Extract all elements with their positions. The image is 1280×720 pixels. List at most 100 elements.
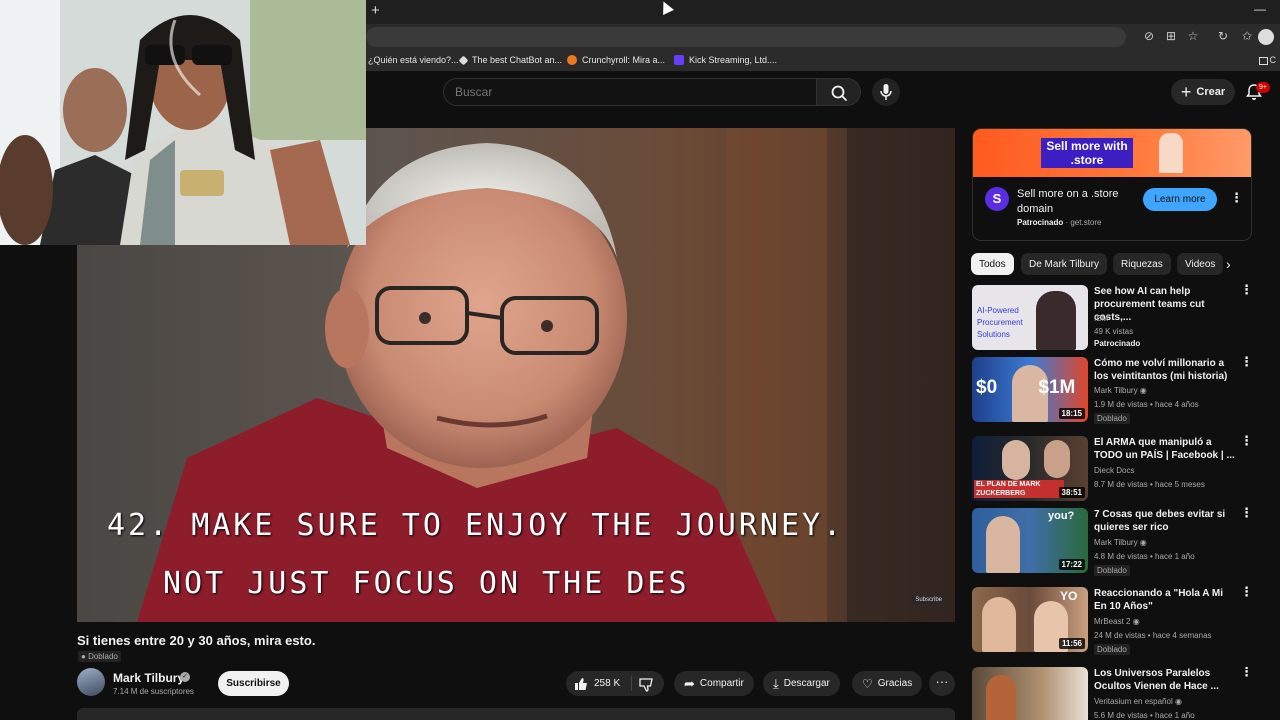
rec-channel[interactable]: Veritasium en español ◉ xyxy=(1094,697,1182,706)
rec-menu-icon[interactable]: ⋮ xyxy=(1240,355,1253,368)
rec-sponsored-label: Patrocinado xyxy=(1094,339,1141,348)
window-minimize-button[interactable]: — xyxy=(1254,2,1266,16)
ad-banner[interactable]: Sell more with .store xyxy=(973,129,1251,177)
verified-check-icon: ◉ xyxy=(1139,538,1147,547)
video-thumbnail[interactable]: YO 11:56 xyxy=(972,587,1088,652)
ad-headline[interactable]: Sell more on a .store domain xyxy=(1017,187,1135,217)
rec-dubbed-badge: Doblado xyxy=(1094,644,1130,655)
download-button[interactable]: ⤓ Descargar xyxy=(763,671,840,696)
subscribe-button[interactable]: Suscribirse xyxy=(218,671,289,696)
star-icon[interactable]: ☆ xyxy=(1186,29,1200,43)
bookmark-item[interactable]: Kick Streaming, Ltd.... xyxy=(674,55,777,65)
thumbs-up-icon[interactable] xyxy=(573,676,589,692)
dubbed-badge: ● Doblado xyxy=(78,651,121,662)
channel-name[interactable]: Mark Tilbury xyxy=(113,671,184,685)
bookmark-item[interactable]: Crunchyroll: Mira a... xyxy=(567,55,665,65)
create-label: Crear xyxy=(1196,86,1226,98)
rec-title[interactable]: See how AI can help procurement teams cu… xyxy=(1094,285,1236,324)
learn-more-button[interactable]: Learn more xyxy=(1143,188,1217,211)
recommended-video[interactable]: AI-Powered Procurement Solutions See how… xyxy=(972,283,1253,351)
share-button[interactable]: ➦ Compartir xyxy=(674,671,754,696)
like-divider xyxy=(631,676,632,691)
rec-menu-icon[interactable]: ⋮ xyxy=(1240,585,1253,598)
video-caption-line-1: 42. MAKE SURE TO ENJOY THE JOURNEY. xyxy=(107,508,845,543)
rec-channel[interactable]: Mark Tilbury ◉ xyxy=(1094,386,1147,395)
search-button[interactable] xyxy=(817,78,861,106)
like-count[interactable]: 258 K xyxy=(594,678,620,689)
description-box[interactable] xyxy=(77,708,955,720)
bookmark-item[interactable]: The best ChatBot an... xyxy=(458,55,562,65)
filter-chips: Todos De Mark Tilbury Riquezas Videos xyxy=(971,253,1251,275)
rec-menu-icon[interactable]: ⋮ xyxy=(1240,667,1252,678)
recommended-video[interactable]: YO 11:56 Reaccionando a "Hola A Mi En 10… xyxy=(972,585,1253,655)
video-thumbnail[interactable]: EL PLAN DE MARK ZUCKERBERG 38:51 xyxy=(972,436,1088,501)
rec-stats: 24 M de vistas • hace 4 semanas xyxy=(1094,631,1212,640)
recommended-video[interactable]: Los Universos Paralelos Ocultos Vienen d… xyxy=(972,667,1252,720)
store-logo-icon: S xyxy=(985,187,1009,211)
ad-banner-text: Sell more with .store xyxy=(1041,138,1133,168)
tracking-icon[interactable]: ⊘ xyxy=(1142,29,1156,43)
thumbnail-person xyxy=(986,516,1020,573)
rec-channel[interactable]: Mark Tilbury ◉ xyxy=(1094,538,1147,547)
recommended-video[interactable]: you? 17:22 7 Cosas que debes evitar si q… xyxy=(972,506,1253,576)
video-thumbnail[interactable] xyxy=(972,667,1088,720)
thumbs-down-icon[interactable] xyxy=(638,677,654,693)
refresh-icon[interactable]: ↻ xyxy=(1216,29,1230,43)
thumbnail-text: you? xyxy=(1048,510,1075,522)
chip-de-mark-tilbury[interactable]: De Mark Tilbury xyxy=(1021,253,1108,275)
profile-avatar[interactable] xyxy=(1258,29,1274,45)
rec-stats: 5.6 M de vistas • hace 1 año xyxy=(1094,711,1195,720)
create-button[interactable]: + Crear xyxy=(1171,79,1235,105)
rec-channel[interactable]: MrBeast 2 ◉ xyxy=(1094,617,1140,626)
channel-avatar[interactable] xyxy=(77,668,105,696)
rec-menu-icon[interactable]: ⋮ xyxy=(1240,506,1253,519)
verified-check-icon: ✓ xyxy=(180,672,190,682)
rec-channel[interactable]: IBM xyxy=(1094,314,1108,323)
notification-count-badge: 9+ xyxy=(1256,82,1270,93)
voice-search-button[interactable] xyxy=(872,78,900,106)
video-thumbnail[interactable]: $0 $1M 18:15 xyxy=(972,357,1088,422)
video-thumbnail[interactable]: you? 17:22 xyxy=(972,508,1088,573)
rec-stats: 49 K vistas xyxy=(1094,327,1134,336)
video-thumbnail[interactable]: AI-Powered Procurement Solutions xyxy=(972,285,1088,350)
thumbnail-text: YO xyxy=(1060,589,1078,603)
recommended-video[interactable]: EL PLAN DE MARK ZUCKERBERG 38:51 El ARMA… xyxy=(972,434,1253,502)
recommended-video[interactable]: $0 $1M 18:15 Cómo me volví millonario a … xyxy=(972,355,1253,424)
subscribe-watermark[interactable]: Subscribe xyxy=(912,596,945,604)
thumbnail-person xyxy=(1044,440,1070,478)
favorites-icon[interactable]: ✩ xyxy=(1240,29,1254,43)
rec-title[interactable]: Reaccionando a "Hola A Mi En 10 Años" xyxy=(1094,587,1236,613)
kick-icon xyxy=(674,55,684,65)
chip-todos[interactable]: Todos xyxy=(971,253,1014,275)
rec-duration: 17:22 xyxy=(1058,559,1085,570)
subscriber-count: 7.14 M de suscriptores xyxy=(113,687,194,696)
rec-dubbed-badge: Doblado xyxy=(1094,565,1130,576)
person-icon: ● xyxy=(81,652,86,661)
rec-menu-icon[interactable]: ⋮ xyxy=(1240,283,1253,296)
rec-title[interactable]: Los Universos Paralelos Ocultos Vienen d… xyxy=(1094,667,1236,693)
thanks-button[interactable]: ♡ Gracias xyxy=(852,671,923,696)
rec-title[interactable]: El ARMA que manipuló a TODO un PAÍS | Fa… xyxy=(1094,436,1236,462)
rec-channel[interactable]: Dieck Docs xyxy=(1094,466,1134,475)
thumbnail-text: $0 $1M xyxy=(976,377,1076,398)
overlay-photo xyxy=(0,0,366,245)
chip-riquezas[interactable]: Riquezas xyxy=(1113,253,1171,275)
sponsored-ad-card[interactable]: Sell more with .store S Sell more on a .… xyxy=(972,128,1252,241)
new-tab-button[interactable]: + xyxy=(371,2,380,19)
extensions-icon[interactable]: ⊞ xyxy=(1164,29,1178,43)
search-input-wrapper[interactable] xyxy=(443,78,817,106)
verified-check-icon: ◉ xyxy=(1132,617,1140,626)
rec-menu-icon[interactable]: ⋮ xyxy=(1240,434,1253,447)
rec-title[interactable]: 7 Cosas que debes evitar si quieres ser … xyxy=(1094,508,1236,534)
bookmarks-overflow[interactable]: C xyxy=(1258,55,1276,65)
address-bar[interactable] xyxy=(366,27,1126,47)
bookmark-item[interactable]: ¿Quién está viendo?... xyxy=(368,55,459,65)
video-title: Si tienes entre 20 y 30 años, mira esto. xyxy=(77,633,316,648)
chip-videos[interactable]: Videos xyxy=(1177,253,1224,275)
ad-menu-icon[interactable]: ⋮ xyxy=(1230,191,1243,204)
rec-title[interactable]: Cómo me volví millonario a los veintitan… xyxy=(1094,357,1236,383)
picture-in-picture-overlay xyxy=(0,0,366,245)
more-actions-button[interactable]: ··· xyxy=(929,671,955,696)
search-input[interactable] xyxy=(444,79,816,105)
chevron-right-icon[interactable]: › xyxy=(1226,256,1231,272)
